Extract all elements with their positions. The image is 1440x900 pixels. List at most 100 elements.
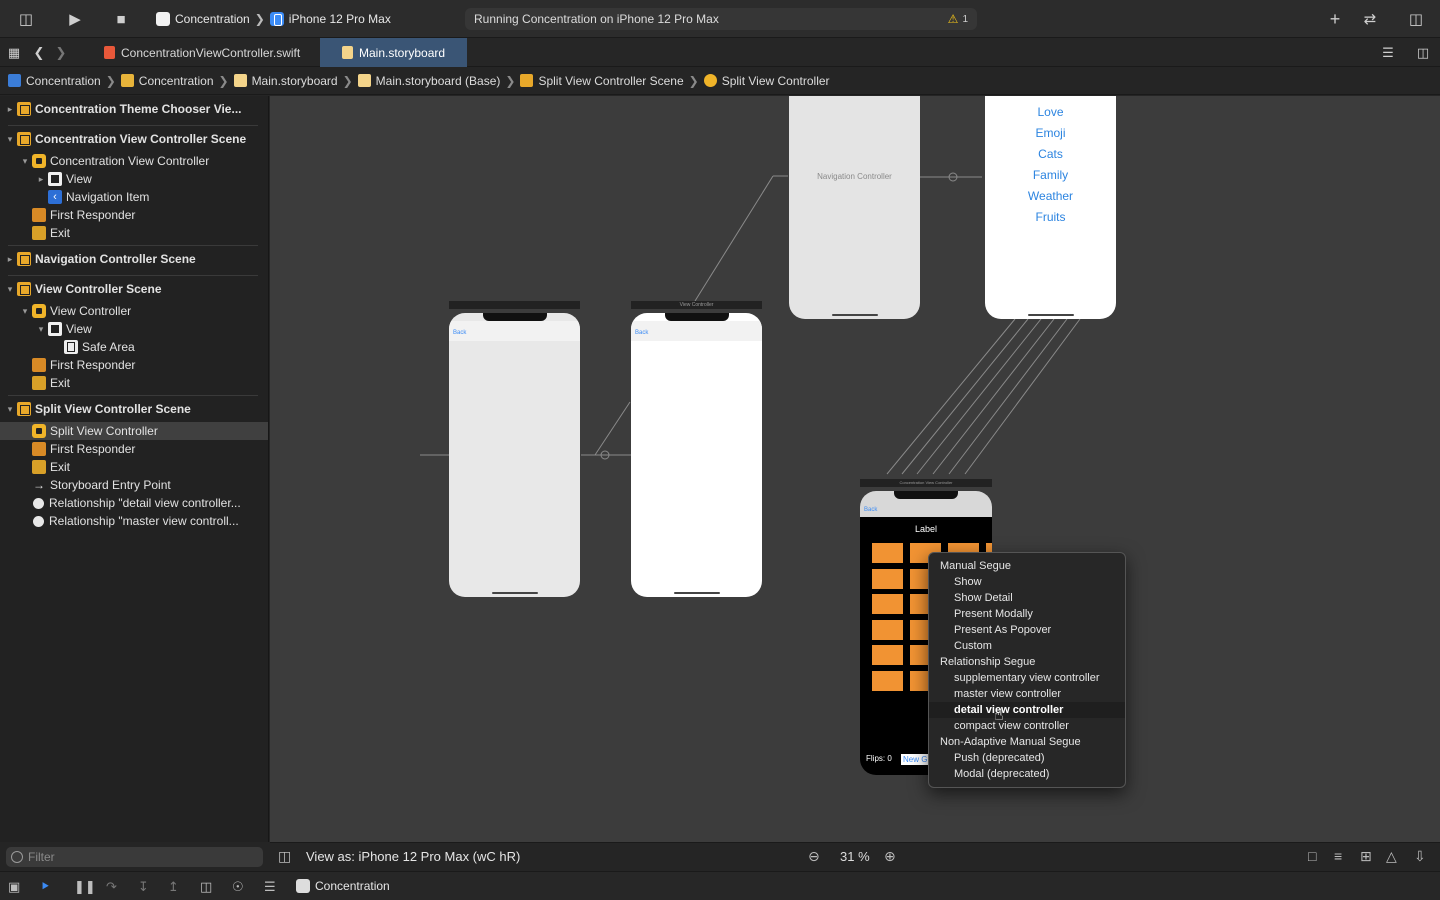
outline-scene-split-view[interactable]: ▾ Split View Controller Scene	[0, 400, 268, 418]
split-editor-icon[interactable]: ◫	[1414, 43, 1432, 63]
menu-item[interactable]: Present As Popover	[929, 622, 1125, 638]
menu-item[interactable]: compact view controller	[929, 718, 1125, 734]
disclosure-down-icon[interactable]: ▾	[5, 404, 15, 415]
outline-item-exit[interactable]: Exit	[0, 374, 268, 392]
disclosure-right-icon[interactable]: ▸	[5, 104, 15, 115]
outline-item-entry-point[interactable]: → Storyboard Entry Point	[0, 476, 268, 494]
outline-item-split-view-controller[interactable]: Split View Controller	[0, 422, 268, 440]
outline-toggle-icon[interactable]: ◫	[278, 848, 291, 865]
split-view-scene[interactable]: Back	[449, 313, 580, 597]
outline-item-view[interactable]: ▸ View	[0, 170, 268, 188]
grid-icon[interactable]: ▦	[6, 43, 22, 63]
pin-constraints-icon[interactable]: ⊞	[1360, 848, 1372, 865]
outline-item-view[interactable]: ▾ View	[0, 320, 268, 338]
disclosure-down-icon[interactable]: ▾	[20, 156, 30, 167]
view-controller-title-bar[interactable]: View Controller	[631, 301, 762, 309]
update-frames-icon[interactable]: ⇩	[1414, 848, 1426, 865]
breadcrumb-storyboard-base[interactable]: Main.storyboard (Base)	[357, 74, 500, 88]
theme-button[interactable]: Fruits	[985, 207, 1116, 228]
card-button[interactable]	[872, 619, 903, 640]
outline-scene-theme-chooser[interactable]: ▸ Concentration Theme Chooser Vie...	[0, 100, 268, 118]
theme-button[interactable]: Cats	[985, 144, 1116, 165]
outline-scene-view-controller[interactable]: ▾ View Controller Scene	[0, 280, 268, 298]
step-over-icon[interactable]: ↷	[106, 879, 117, 895]
scheme-selector[interactable]: Concentration ❯ iPhone 12 Pro Max	[156, 10, 391, 28]
breadcrumb-project[interactable]: Concentration	[8, 74, 101, 88]
navigator-toggle-icon[interactable]: ◫	[16, 9, 36, 29]
theme-chooser-scene[interactable]: Love Emoji Cats Family Weather Fruits	[985, 96, 1116, 319]
disclosure-down-icon[interactable]: ▾	[36, 324, 46, 335]
outline-scene-concentration[interactable]: ▾ Concentration View Controller Scene	[0, 130, 268, 148]
menu-item[interactable]: Present Modally	[929, 606, 1125, 622]
code-review-icon[interactable]: ⇄	[1360, 9, 1380, 29]
menu-item[interactable]: Push (deprecated)	[929, 750, 1125, 766]
card-button[interactable]	[872, 543, 903, 563]
view-controller-scene[interactable]: Back	[631, 313, 762, 597]
theme-button[interactable]: Family	[985, 165, 1116, 186]
view-as-device[interactable]: View as: iPhone 12 Pro Max (wC hR)	[306, 849, 520, 864]
outline-scene-navigation[interactable]: ▸ Navigation Controller Scene	[0, 250, 268, 268]
breakpoints-icon[interactable]: ⯈	[40, 879, 50, 895]
menu-item[interactable]: detail view controller	[929, 702, 1125, 718]
theme-button[interactable]: Weather	[985, 186, 1116, 207]
embed-in-icon[interactable]: □	[1308, 848, 1316, 864]
outline-item-navigation-item[interactable]: ‹ Navigation Item	[0, 188, 268, 206]
outline-item-first-responder[interactable]: First Responder	[0, 206, 268, 224]
align-icon[interactable]: ≡	[1334, 848, 1342, 864]
tab-storyboard[interactable]: Main.storyboard	[320, 38, 467, 67]
disclosure-right-icon[interactable]: ▸	[5, 254, 15, 265]
disclosure-down-icon[interactable]: ▾	[5, 284, 15, 295]
step-out-icon[interactable]: ↥	[168, 879, 179, 895]
zoom-out-icon[interactable]: ⊖	[808, 848, 820, 865]
hide-debug-area-icon[interactable]: ▣	[8, 879, 20, 895]
storyboard-canvas[interactable]: Back View Controller Back Navigation Con…	[270, 96, 1440, 842]
outline-item-concentration-vc[interactable]: ▾ Concentration View Controller	[0, 152, 268, 170]
disclosure-right-icon[interactable]: ▸	[36, 174, 46, 185]
menu-item[interactable]: Custom	[929, 638, 1125, 654]
warning-indicator[interactable]: ⚠ 1	[948, 12, 968, 26]
editor-options-icon[interactable]: ☰	[1378, 43, 1398, 63]
scene-header-bar[interactable]	[449, 301, 580, 309]
outline-item-relationship-master[interactable]: Relationship "master view controll...	[0, 512, 268, 530]
view-debugger-icon[interactable]: ◫	[200, 879, 212, 895]
tab-swift-file[interactable]: ConcentrationViewController.swift	[94, 38, 320, 67]
menu-item[interactable]: supplementary view controller	[929, 670, 1125, 686]
stop-button[interactable]: ■	[114, 9, 128, 29]
card-button[interactable]	[872, 645, 903, 665]
card-button[interactable]	[872, 568, 903, 589]
filter-field[interactable]: Filter	[6, 847, 263, 867]
debug-target[interactable]: Concentration	[296, 879, 390, 893]
memory-graph-icon[interactable]: ☉	[232, 879, 244, 895]
resolve-issues-icon[interactable]: △	[1386, 848, 1397, 865]
menu-item[interactable]: Show Detail	[929, 590, 1125, 606]
new-game-button[interactable]: New G	[901, 754, 930, 765]
outline-item-relationship-detail[interactable]: Relationship "detail view controller...	[0, 494, 268, 512]
disclosure-down-icon[interactable]: ▾	[5, 134, 15, 145]
outline-item-first-responder[interactable]: First Responder	[0, 356, 268, 374]
breadcrumb-scene[interactable]: Split View Controller Scene	[520, 74, 684, 88]
step-into-icon[interactable]: ↧	[138, 879, 149, 895]
card-button[interactable]	[872, 594, 903, 614]
add-icon[interactable]: +	[1326, 9, 1344, 29]
pause-icon[interactable]: ❚❚	[74, 879, 96, 895]
outline-item-exit[interactable]: Exit	[0, 224, 268, 242]
theme-button[interactable]: Emoji	[985, 123, 1116, 144]
concentration-title-bar[interactable]: Concentration View Controller	[860, 479, 992, 487]
breadcrumb-storyboard[interactable]: Main.storyboard	[233, 74, 338, 88]
forward-arrow-icon[interactable]: ❯	[54, 43, 68, 63]
menu-item[interactable]: Modal (deprecated)	[929, 766, 1125, 782]
inspector-toggle-icon[interactable]: ◫	[1406, 9, 1426, 29]
navigation-controller-scene[interactable]: Navigation Controller	[789, 96, 920, 319]
run-button[interactable]: ▶	[66, 9, 84, 29]
zoom-in-icon[interactable]: ⊕	[884, 848, 896, 865]
outline-item-view-controller[interactable]: ▾ View Controller	[0, 302, 268, 320]
menu-item[interactable]: Show	[929, 574, 1125, 590]
outline-item-safe-area[interactable]: Safe Area	[0, 338, 268, 356]
disclosure-down-icon[interactable]: ▾	[20, 306, 30, 317]
theme-button[interactable]: Love	[985, 102, 1116, 123]
environment-overrides-icon[interactable]: ☰	[264, 879, 276, 895]
card-button[interactable]	[872, 670, 903, 691]
breadcrumb-controller[interactable]: Split View Controller	[703, 74, 830, 88]
outline-item-exit[interactable]: Exit	[0, 458, 268, 476]
menu-item[interactable]: master view controller	[929, 686, 1125, 702]
